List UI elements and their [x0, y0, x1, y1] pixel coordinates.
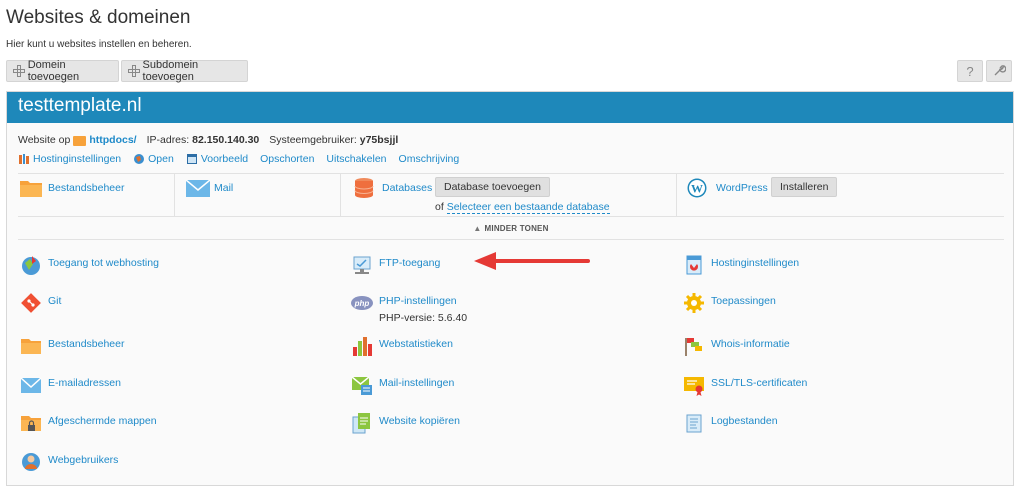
svg-text:php: php	[354, 299, 370, 308]
database-icon	[354, 178, 374, 198]
hosting-settings-icon	[19, 154, 29, 164]
statistics-icon	[353, 337, 372, 356]
wordpress-link[interactable]: WordPress	[716, 182, 768, 194]
tool-ftp-access[interactable]: FTP-toegang	[351, 254, 440, 276]
hosting-settings-doc-icon	[686, 255, 702, 275]
action-open[interactable]: Open	[133, 153, 174, 165]
action-description[interactable]: Omschrijving	[399, 153, 460, 165]
git-icon	[21, 293, 41, 313]
tool-email-addresses[interactable]: E-mailadressen	[20, 374, 121, 396]
copy-website-icon	[352, 413, 370, 434]
webhosting-access-icon	[22, 256, 40, 275]
action-hosting-settings[interactable]: Hostinginstellingen	[18, 153, 121, 165]
ftp-access-icon	[353, 256, 371, 274]
tool-applications[interactable]: Toepassingen	[683, 292, 776, 314]
show-less-toggle[interactable]: ▲ MINDER TONEN	[18, 218, 1004, 240]
tool-php-settings[interactable]: php PHP-instellingen PHP-versie: 5.6.40	[351, 292, 467, 324]
domain-name[interactable]: testtemplate.nl	[7, 92, 1013, 123]
chevron-up-icon: ▲	[473, 224, 482, 233]
tool-web-statistics[interactable]: Webstatistieken	[351, 335, 453, 357]
tool-filemanager[interactable]: Bestandsbeheer	[20, 335, 124, 357]
domain-actions: Hostinginstellingen Open Voorbeeld Opsch…	[18, 153, 471, 165]
red-arrow-annotation	[474, 252, 590, 270]
plus-icon	[13, 65, 25, 77]
plus-icon	[128, 65, 140, 77]
mail-envelope-icon	[20, 377, 42, 393]
databases-link[interactable]: Databases	[382, 182, 432, 194]
action-suspend[interactable]: Opschorten	[260, 153, 314, 165]
wordpress-icon: W	[687, 178, 707, 198]
applications-gear-icon	[684, 293, 704, 313]
open-globe-icon	[134, 154, 145, 164]
domain-panel: testtemplate.nl Website op httpdocs/ IP-…	[6, 91, 1014, 486]
tool-protected-directories[interactable]: Afgeschermde mappen	[20, 412, 157, 434]
website-info: Website op httpdocs/ IP-adres: 82.150.14…	[18, 134, 399, 146]
mail-settings-icon	[351, 376, 372, 395]
tool-web-users[interactable]: Webgebruikers	[20, 451, 118, 473]
folder-icon	[20, 181, 42, 197]
folder-icon	[73, 136, 87, 146]
add-database-button[interactable]: Database toevoegen	[435, 177, 550, 197]
tool-hosting-settings[interactable]: Hostinginstellingen	[683, 254, 799, 276]
action-preview[interactable]: Voorbeeld	[186, 153, 248, 165]
quick-mail[interactable]: Mail	[175, 174, 341, 216]
tool-webhosting-access[interactable]: Toegang tot webhosting	[20, 254, 159, 276]
ip-address: 82.150.140.30	[192, 134, 260, 146]
locked-folder-icon	[21, 416, 41, 431]
log-files-icon	[686, 414, 702, 433]
tool-git[interactable]: Git	[20, 292, 61, 314]
page-subtitle: Hier kunt u websites instellen en behere…	[6, 39, 192, 50]
tool-log-files[interactable]: Logbestanden	[683, 412, 778, 434]
tool-mail-settings[interactable]: Mail-instellingen	[351, 374, 454, 396]
quick-access-bar: Bestandsbeheer Mail Databases Database t…	[18, 173, 1004, 217]
install-wordpress-button[interactable]: Installeren	[771, 177, 838, 197]
docroot-link[interactable]: httpdocs/	[89, 134, 136, 146]
page-title: Websites & domeinen	[6, 7, 191, 28]
php-version: PHP-versie: 5.6.40	[379, 312, 468, 324]
certificate-icon	[684, 377, 704, 396]
tool-copy-website[interactable]: Website kopiëren	[351, 412, 460, 434]
system-user: y75bsjjl	[359, 134, 399, 146]
web-users-icon	[22, 453, 40, 471]
svg-text:W: W	[691, 182, 703, 196]
add-domain-button[interactable]: Domein toevoegen	[6, 59, 119, 83]
help-icon[interactable]: ?	[957, 60, 983, 82]
quick-databases: Databases Database toevoegen of Selectee…	[341, 174, 677, 216]
tool-ssl-certificates[interactable]: SSL/TLS-certificaten	[683, 374, 807, 396]
mail-envelope-icon	[186, 180, 210, 197]
whois-flags-icon	[685, 338, 702, 356]
preview-icon	[186, 154, 197, 164]
quick-wordpress: W WordPress Installeren	[677, 174, 1004, 216]
folder-icon	[21, 339, 41, 354]
select-existing-database-link[interactable]: Selecteer een bestaande database	[446, 201, 610, 214]
add-subdomain-button[interactable]: Subdomein toevoegen	[121, 59, 248, 83]
wrench-icon[interactable]	[986, 60, 1012, 82]
tool-whois-information[interactable]: Whois-informatie	[683, 335, 790, 357]
action-disable[interactable]: Uitschakelen	[326, 153, 386, 165]
php-icon: php	[351, 296, 373, 310]
quick-filemanager[interactable]: Bestandsbeheer	[18, 174, 175, 216]
